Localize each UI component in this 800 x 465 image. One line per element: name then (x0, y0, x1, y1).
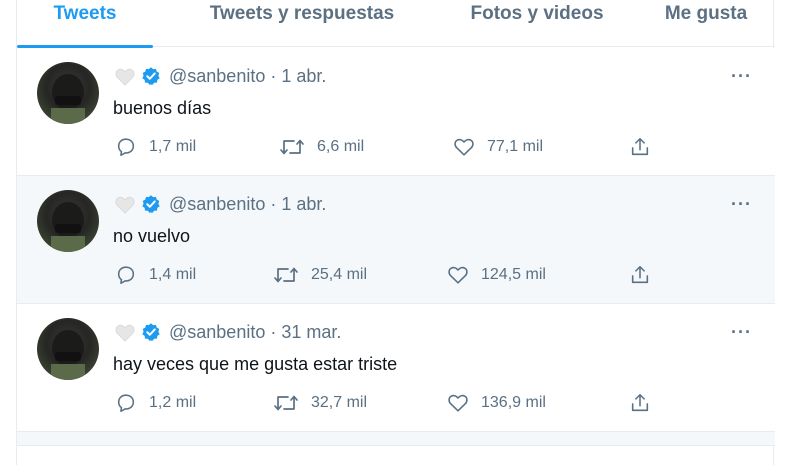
reply-icon (117, 138, 135, 157)
share-icon (631, 137, 649, 156)
tweet-handle[interactable]: @sanbenito (169, 322, 265, 342)
share-button[interactable] (629, 136, 651, 158)
tweet-handle[interactable]: @sanbenito (169, 66, 265, 86)
share-icon (631, 265, 649, 284)
tweet-meta: @sanbenito · 1 abr. (169, 194, 326, 215)
avatar[interactable] (37, 190, 99, 252)
retweet-button[interactable]: 25,4 mil (273, 264, 367, 286)
like-icon (448, 394, 468, 412)
retweet-count: 6,6 mil (317, 138, 365, 155)
retweet-button[interactable]: 32,7 mil (273, 392, 367, 414)
retweet-icon (280, 139, 304, 155)
retweet-icon (274, 395, 298, 411)
like-count: 136,9 mil (481, 394, 546, 411)
like-button[interactable]: 77,1 mil (453, 136, 543, 158)
timeline-separator (17, 432, 775, 446)
profile-timeline: Tweets Tweets y respuestas Fotos y video… (16, 0, 775, 465)
reply-button[interactable]: 1,7 mil (115, 136, 196, 158)
more-icon[interactable]: ··· (731, 194, 752, 215)
reply-icon (117, 394, 135, 413)
retweet-count: 32,7 mil (311, 394, 368, 411)
reply-button[interactable]: 1,4 mil (115, 264, 196, 286)
like-button[interactable]: 136,9 mil (447, 392, 546, 414)
white-heart-icon (115, 68, 135, 86)
tab-likes[interactable]: Me gusta (637, 0, 775, 47)
like-button[interactable]: 124,5 mil (447, 264, 546, 286)
more-icon[interactable]: ··· (731, 66, 752, 87)
tweet-date[interactable]: · 1 abr. (270, 66, 326, 86)
profile-tabs: Tweets Tweets y respuestas Fotos y video… (17, 0, 775, 48)
tab-photos-and-videos[interactable]: Fotos y videos (437, 0, 637, 47)
tweet[interactable]: @sanbenito · 31 mar. ··· hay veces que m… (17, 304, 775, 432)
share-icon (631, 393, 649, 412)
avatar[interactable] (37, 318, 99, 380)
tweet-text: hay veces que me gusta estar triste (113, 354, 398, 374)
more-icon[interactable]: ··· (731, 322, 752, 343)
retweet-icon (274, 267, 298, 283)
avatar-image (51, 202, 85, 252)
like-icon (448, 266, 468, 284)
tweet-date[interactable]: · 1 abr. (270, 194, 326, 214)
tweet-meta: @sanbenito · 1 abr. (169, 66, 326, 87)
tweet[interactable]: @sanbenito · 1 abr. ··· buenos días 1,7 … (17, 48, 775, 176)
white-heart-icon (115, 196, 135, 214)
verified-icon (142, 195, 160, 213)
share-button[interactable] (629, 264, 651, 286)
like-icon (454, 138, 474, 156)
tweet-text: no vuelvo (113, 226, 191, 246)
tab-label: Tweets y respuestas (209, 3, 395, 24)
reply-count: 1,2 mil (149, 394, 197, 411)
tweet-handle[interactable]: @sanbenito (169, 194, 265, 214)
retweet-count: 25,4 mil (311, 266, 368, 283)
tab-label: Me gusta (664, 3, 748, 24)
reply-count: 1,4 mil (149, 266, 197, 283)
tab-tweets[interactable]: Tweets (17, 0, 153, 48)
like-count: 124,5 mil (481, 266, 546, 283)
reply-icon (117, 266, 135, 285)
avatar[interactable] (37, 62, 99, 124)
reply-count: 1,7 mil (149, 138, 197, 155)
tab-tweets-and-replies[interactable]: Tweets y respuestas (167, 0, 437, 47)
tab-label: Tweets (53, 3, 117, 24)
tweet[interactable]: @sanbenito · 1 abr. ··· no vuelvo 1,4 mi… (17, 176, 775, 304)
verified-icon (142, 323, 160, 341)
avatar-image (51, 330, 85, 380)
like-count: 77,1 mil (487, 138, 544, 155)
share-button[interactable] (629, 392, 651, 414)
white-heart-icon (115, 324, 135, 342)
verified-icon (142, 67, 160, 85)
tweet-meta: @sanbenito · 31 mar. (169, 322, 341, 343)
retweet-button[interactable]: 6,6 mil (279, 136, 364, 158)
avatar-image (51, 74, 85, 124)
tweet-text: buenos días (113, 98, 212, 118)
tweet-date[interactable]: · 31 mar. (270, 322, 341, 342)
reply-button[interactable]: 1,2 mil (115, 392, 196, 414)
tab-label: Fotos y videos (470, 3, 604, 24)
